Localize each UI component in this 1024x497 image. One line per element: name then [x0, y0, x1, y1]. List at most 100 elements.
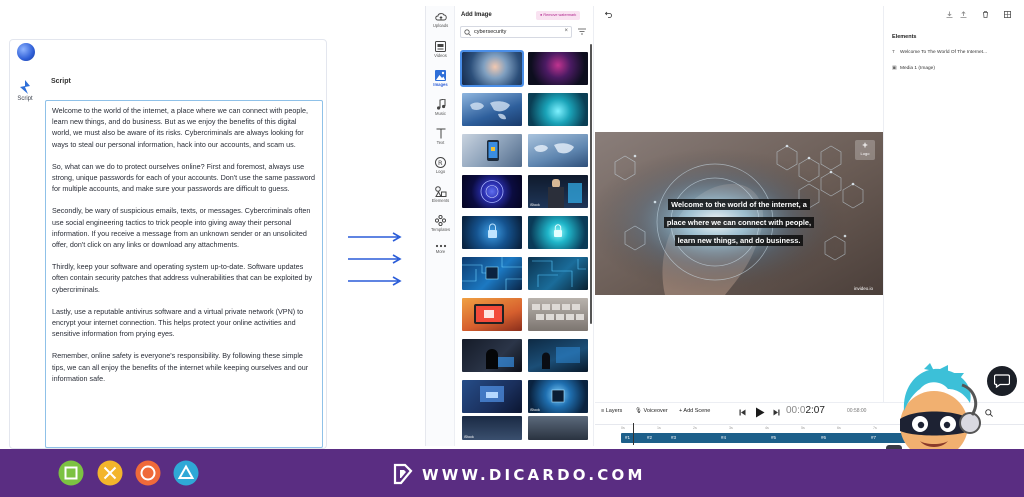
download-icon[interactable] — [946, 11, 953, 18]
image-thumbnail[interactable] — [528, 52, 588, 85]
scene-label: #1 — [625, 435, 631, 440]
image-thumbnail[interactable] — [462, 175, 522, 208]
elements-icon — [434, 186, 446, 197]
element-label: Media 1 (Image) — [900, 66, 935, 71]
tool-uploads[interactable]: Uploads — [426, 12, 455, 28]
script-icon — [20, 80, 30, 94]
ruler-label: 1s — [657, 426, 661, 430]
script-paragraph: Lastly, use a reputable antivirus softwa… — [52, 306, 304, 339]
app-logo[interactable] — [17, 43, 35, 61]
tool-text[interactable]: Text — [426, 128, 455, 145]
thumbnail-tag: iStock — [464, 435, 474, 439]
square-button-icon — [58, 460, 84, 486]
voiceover-button[interactable]: 🎙 Voiceover — [635, 408, 668, 414]
skip-forward-icon[interactable] — [773, 409, 780, 416]
image-thumbnail[interactable]: iStock — [528, 380, 588, 413]
tool-label: Uploads — [432, 23, 449, 28]
plus-icon: + — [862, 140, 868, 150]
image-thumbnail[interactable] — [528, 257, 588, 290]
cross-button-icon — [97, 460, 123, 486]
ruler-label: 0s — [621, 426, 625, 430]
image-thumbnail[interactable] — [528, 298, 588, 331]
tool-elements[interactable]: Elements — [426, 186, 455, 203]
skip-back-icon[interactable] — [739, 409, 746, 416]
current-time: 00:02:07 — [786, 405, 825, 416]
caption-line: place where we can connect with people, — [663, 217, 815, 228]
ruler-label: 7s — [873, 426, 877, 430]
script-paragraph: Welcome to the world of the internet, a … — [52, 106, 308, 149]
script-paragraph: Secondly, be wary of suspicious emails, … — [52, 206, 311, 250]
tool-templates[interactable]: Templates — [426, 215, 455, 232]
add-logo-button[interactable]: + Logo — [855, 140, 875, 160]
add-scene-button[interactable]: + Add Scene — [679, 408, 710, 414]
script-paragraph: So, what can we do to protect ourselves … — [52, 161, 316, 194]
upload-icon[interactable] — [960, 11, 967, 18]
image-search-input[interactable]: cybersecurity × — [460, 26, 572, 38]
script-paragraph: Remember, online safety is everyone's re… — [52, 351, 309, 383]
image-thumbnail[interactable] — [528, 416, 588, 440]
filter-icon[interactable] — [578, 28, 586, 35]
image-thumbnail[interactable]: iStock — [528, 175, 588, 208]
preview-watermark: invideo.io — [853, 286, 873, 291]
tool-images[interactable]: Images — [426, 70, 455, 87]
playhead[interactable] — [633, 423, 634, 445]
grid-icon[interactable] — [1004, 11, 1011, 18]
add-logo-label: Logo — [860, 151, 870, 156]
remove-watermark-button[interactable]: ● Remove watermark — [536, 11, 581, 20]
script-rail[interactable]: Script — [10, 80, 40, 102]
image-thumbnail[interactable] — [528, 134, 588, 167]
tool-videos[interactable]: Videos — [426, 41, 455, 58]
image-thumbnail[interactable] — [462, 134, 522, 167]
caption-line: learn new things, and do business. — [674, 235, 804, 246]
image-thumbnail[interactable] — [528, 339, 588, 372]
preview-area: Welcome to the world of the internet, a … — [595, 6, 883, 402]
video-preview-canvas[interactable]: Welcome to the world of the internet, a … — [595, 132, 883, 295]
script-rail-label: Script — [17, 96, 33, 102]
tool-label: Music — [435, 111, 446, 116]
image-thumbnail[interactable] — [462, 380, 522, 413]
image-thumbnail[interactable] — [462, 216, 522, 249]
delete-icon[interactable] — [982, 11, 989, 18]
image-thumbnail[interactable] — [462, 298, 522, 331]
image-thumbnail[interactable] — [462, 93, 522, 126]
image-icon — [435, 70, 446, 81]
upload-cloud-icon — [434, 13, 447, 21]
tool-rail: Uploads Videos Images Music Text R Logo … — [426, 6, 455, 446]
tool-label: Logo — [435, 169, 446, 174]
clear-search-icon[interactable]: × — [564, 28, 568, 34]
ruler-label: 2s — [693, 426, 697, 430]
layers-button[interactable]: ≡ Layers — [601, 408, 622, 414]
scene-label: #6 — [821, 435, 827, 440]
text-icon: T — [892, 50, 895, 55]
video-icon — [435, 41, 446, 52]
svg-text:R: R — [438, 159, 443, 167]
element-item-text[interactable]: T Welcome To The World Of The Internet... — [892, 50, 987, 55]
tool-logo[interactable]: R Logo — [426, 157, 455, 174]
zoom-icon[interactable] — [985, 409, 993, 417]
play-icon[interactable] — [755, 407, 765, 418]
gallery-scrollbar[interactable] — [590, 44, 592, 324]
brand-text: WWW.DICARDO.COM — [422, 466, 646, 484]
templates-icon — [435, 215, 446, 226]
tool-label: Images — [433, 82, 448, 87]
thumbnail-tag: iStock — [530, 408, 540, 412]
image-thumbnail[interactable] — [528, 216, 588, 249]
image-thumbnail[interactable] — [460, 50, 524, 87]
scene-track[interactable]: #1 #2 #3 #4 #5 #6 #7 — [621, 433, 911, 443]
layers-label: Layers — [605, 408, 623, 414]
image-thumbnail[interactable] — [528, 93, 588, 126]
music-icon — [436, 99, 445, 110]
logo-icon: R — [435, 157, 446, 168]
scene-label: #7 — [871, 435, 877, 440]
tool-more[interactable]: More — [426, 244, 455, 254]
undo-icon[interactable] — [605, 11, 612, 18]
script-textarea[interactable]: Welcome to the world of the internet, a … — [45, 100, 323, 448]
image-thumbnail[interactable]: iStock — [462, 416, 522, 440]
image-thumbnail[interactable] — [462, 339, 522, 372]
element-item-media[interactable]: ▣ Media 1 (Image) — [892, 66, 935, 71]
tool-music[interactable]: Music — [426, 99, 455, 116]
script-panel: Script Script Welcome to the world of th… — [9, 39, 327, 449]
image-thumbnail[interactable] — [462, 257, 522, 290]
chat-button[interactable] — [987, 366, 1017, 396]
ruler-label: 5s — [801, 426, 805, 430]
